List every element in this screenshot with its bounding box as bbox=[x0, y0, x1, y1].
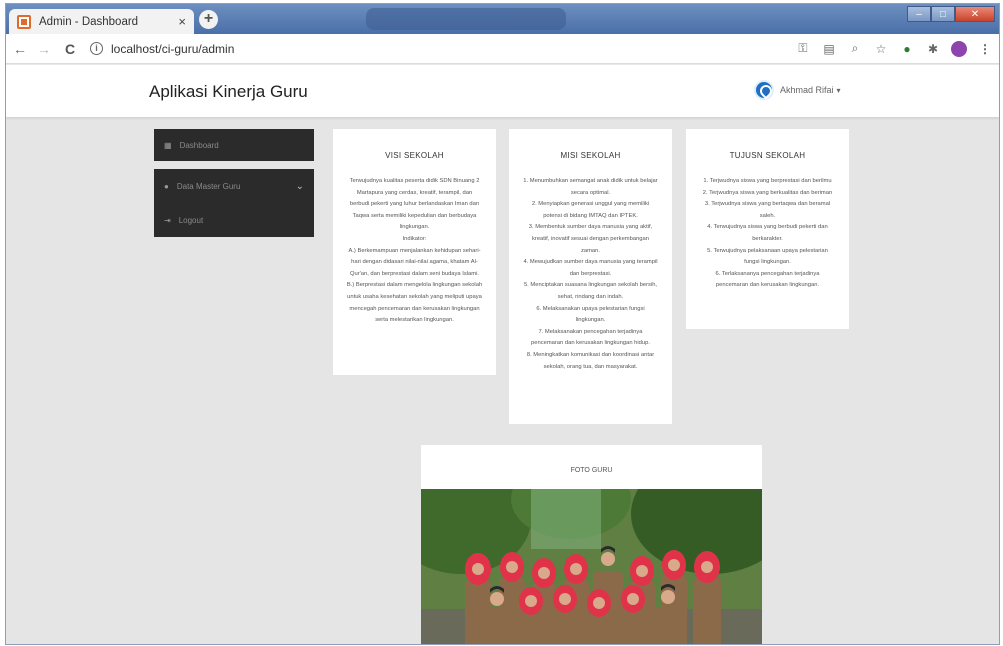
sidebar-item-dashboard[interactable]: ▦ Dashboard bbox=[154, 129, 314, 161]
key-icon[interactable]: ⚿ bbox=[795, 41, 811, 56]
app-navbar: Aplikasi Kinerja Guru Akhmad Rifai ▾ bbox=[6, 65, 999, 117]
reload-icon[interactable]: C bbox=[62, 41, 78, 57]
card-title: VISI SEKOLAH bbox=[385, 151, 444, 160]
app-brand[interactable]: Aplikasi Kinerja Guru bbox=[149, 82, 308, 102]
address-toolbar: ← → C i localhost/ci-guru/admin ⚿ ▤ ⌕ ☆ … bbox=[6, 34, 999, 64]
photo-title: FOTO GURU bbox=[570, 467, 613, 474]
chevron-down-icon: ⌄ bbox=[295, 180, 304, 192]
back-arrow-icon[interactable]: ← bbox=[12, 41, 28, 57]
browser-tab[interactable]: Admin - Dashboard × bbox=[9, 9, 194, 34]
toolbar-actions: ⚿ ▤ ⌕ ☆ ● ✱ ⋮ bbox=[795, 40, 999, 57]
site-info-icon[interactable]: i bbox=[90, 42, 103, 55]
maximize-button[interactable]: □ bbox=[931, 6, 955, 22]
teachers-group-photo bbox=[421, 489, 762, 644]
bookmark-star-icon[interactable]: ☆ bbox=[873, 42, 889, 56]
user-menu[interactable]: Akhmad Rifai ▾ bbox=[754, 80, 841, 100]
tab-title: Admin - Dashboard bbox=[39, 15, 139, 28]
card-body: 1. Menumbuhkan semangat anak didik untuk… bbox=[523, 178, 658, 370]
school-logo-icon bbox=[754, 80, 774, 100]
minimize-button[interactable]: – bbox=[907, 6, 931, 22]
extensions-puzzle-icon[interactable]: ✱ bbox=[925, 42, 941, 56]
circle-icon: ● bbox=[164, 181, 169, 191]
sidebar-item-label: Logout bbox=[178, 215, 204, 225]
titlebar-background bbox=[366, 8, 566, 30]
sidebar-item-logout[interactable]: ⇥ Logout bbox=[154, 203, 314, 237]
misi-card: MISI SEKOLAH 1. Menumbuhkan semangat ana… bbox=[509, 129, 672, 424]
favicon-icon bbox=[17, 14, 31, 29]
profile-avatar[interactable] bbox=[951, 40, 967, 57]
card-body: 1. Terjwudnya siswa yang berprestasi dan… bbox=[702, 178, 833, 289]
address-bar[interactable]: localhost/ci-guru/admin bbox=[111, 42, 234, 56]
translate-icon[interactable]: ▤ bbox=[821, 42, 837, 56]
sidebar-item-label: Dashboard bbox=[179, 140, 219, 150]
tujuan-card: TUJUSN SEKOLAH 1. Terjwudnya siswa yang … bbox=[686, 129, 849, 329]
user-name: Akhmad Rifai bbox=[780, 85, 834, 95]
photo-card: FOTO GURU bbox=[421, 445, 762, 644]
close-tab-icon[interactable]: × bbox=[178, 14, 186, 29]
tab-strip: Admin - Dashboard × + – □ ✕ bbox=[6, 4, 999, 34]
window-controls: – □ ✕ bbox=[907, 6, 995, 22]
forward-arrow-icon[interactable]: → bbox=[36, 41, 52, 57]
extension-globe-icon[interactable]: ● bbox=[899, 42, 915, 56]
card-title: MISI SEKOLAH bbox=[560, 151, 621, 160]
sidebar: ▦ Dashboard ● Data Master Guru ⌄ ⇥ Logou… bbox=[154, 129, 314, 237]
caret-down-icon: ▾ bbox=[836, 85, 841, 95]
browser-window: Admin - Dashboard × + – □ ✕ ← → C i loca… bbox=[5, 3, 1000, 645]
sidebar-item-label: Data Master Guru bbox=[176, 181, 241, 191]
zoom-icon[interactable]: ⌕ bbox=[847, 41, 863, 56]
dashboard-icon: ▦ bbox=[164, 140, 172, 150]
menu-dots-icon[interactable]: ⋮ bbox=[977, 42, 993, 56]
close-window-button[interactable]: ✕ bbox=[955, 6, 995, 22]
sidebar-item-data-master-guru[interactable]: ● Data Master Guru ⌄ bbox=[154, 169, 314, 203]
logout-icon: ⇥ bbox=[164, 215, 171, 225]
sidebar-group: ● Data Master Guru ⌄ ⇥ Logout bbox=[154, 169, 314, 237]
card-title: TUJUSN SEKOLAH bbox=[729, 151, 806, 160]
card-body: Terwujudnya kualitas peserta didik SDN B… bbox=[346, 178, 483, 324]
visi-card: VISI SEKOLAH Terwujudnya kualitas pesert… bbox=[333, 129, 496, 375]
page-viewport: Aplikasi Kinerja Guru Akhmad Rifai ▾ ▦ D… bbox=[6, 65, 999, 644]
new-tab-button[interactable]: + bbox=[199, 10, 218, 29]
